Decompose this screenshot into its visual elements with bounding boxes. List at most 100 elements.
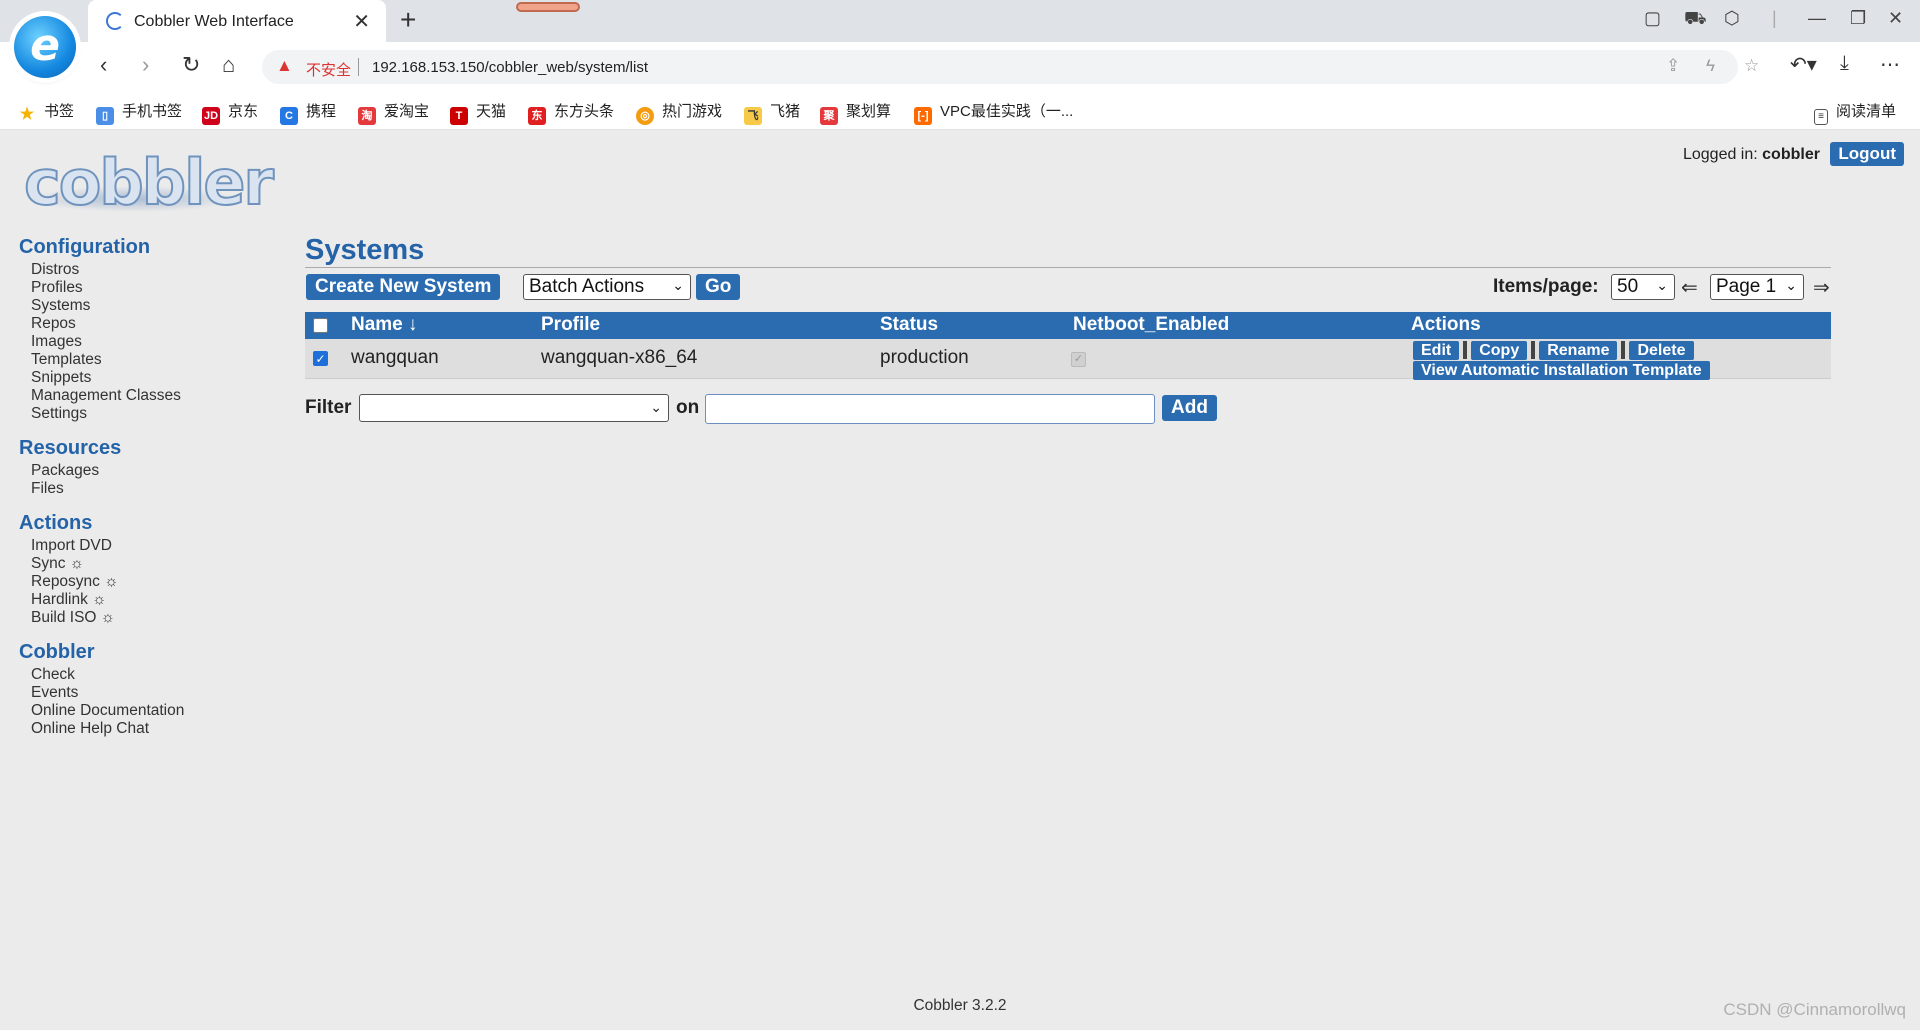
page-value: Page 1 [1716, 276, 1777, 297]
sidebar-item-templates[interactable]: Templates [19, 351, 184, 369]
browser-tab[interactable]: Cobbler Web Interface ✕ [88, 0, 386, 42]
filter-field-select[interactable]: ⌄ [359, 394, 669, 422]
star-icon: ★ [19, 106, 35, 123]
next-page-arrow-icon[interactable]: ⇒ [1813, 275, 1830, 300]
sidebar-item-settings[interactable]: Settings [19, 405, 184, 423]
star-icon[interactable]: ☆ [1744, 56, 1759, 76]
minimize-icon[interactable]: — [1808, 8, 1826, 29]
system-name[interactable]: wangquan [351, 347, 439, 369]
bookmark-item[interactable]: ★ 书签 [18, 100, 74, 124]
url-field[interactable]: ▲ 不安全 192.168.153.150/cobbler_web/system… [262, 50, 1759, 84]
download-icon[interactable]: ⤓ [1840, 52, 1849, 75]
logout-button[interactable]: Logout [1830, 142, 1904, 166]
page-select[interactable]: Page 1 ⌄ [1710, 274, 1804, 300]
add-filter-button[interactable]: Add [1162, 395, 1217, 421]
browser-logo-icon[interactable]: e [14, 16, 76, 78]
close-tab-icon[interactable]: ✕ [353, 9, 370, 34]
new-tab-button[interactable]: + [400, 4, 416, 36]
sidebar-item-snippets[interactable]: Snippets [19, 369, 184, 387]
bookmark-label: 聚划算 [846, 103, 892, 120]
reload-icon[interactable]: ↻ [182, 52, 200, 78]
back-icon[interactable]: ‹ [100, 52, 107, 78]
reading-mode-icon[interactable]: ⛟ [1684, 8, 1707, 32]
items-per-page-value: 50 [1617, 276, 1639, 297]
filter-value-input[interactable] [705, 394, 1155, 424]
bookmark-item[interactable]: 飞飞猪 [744, 100, 800, 125]
lightning-icon[interactable]: ϟ [1706, 56, 1715, 76]
sidebar-item-import-dvd[interactable]: Import DVD [19, 537, 184, 555]
sidebar-item-packages[interactable]: Packages [19, 462, 184, 480]
row-actions: Edit Copy Rename Delete View Automatic Inst… [1413, 340, 1710, 380]
sidebar: Configuration Distros Profiles Systems R… [19, 236, 184, 738]
undo-icon[interactable]: ↶▾ [1790, 52, 1817, 77]
bookmark-item[interactable]: C 携程 [280, 100, 336, 125]
batch-actions-select[interactable]: Batch Actions ⌄ [523, 274, 691, 300]
sidebar-item-reposync[interactable]: Reposync ☼ [19, 573, 184, 591]
bookmark-item[interactable]: JD 京东 [202, 100, 258, 125]
column-status[interactable]: Status [880, 314, 938, 336]
more-icon[interactable]: ⋯ [1880, 52, 1900, 77]
sidebar-item-build-iso[interactable]: Build ISO ☼ [19, 609, 184, 627]
items-per-page-label: Items/page: [1493, 276, 1599, 297]
close-window-icon[interactable]: ✕ [1888, 8, 1903, 29]
sidebar-item-profiles[interactable]: Profiles [19, 279, 184, 297]
edit-button[interactable]: Edit [1413, 341, 1460, 360]
reading-list-button[interactable]: ≡ 阅读清单 [1814, 100, 1896, 125]
column-netboot-enabled[interactable]: Netboot_Enabled [1073, 314, 1229, 336]
sidebar-item-sync[interactable]: Sync ☼ [19, 555, 184, 573]
bookmark-item[interactable]: 淘爱淘宝 [358, 100, 429, 125]
sidebar-item-online-help-chat[interactable]: Online Help Chat [19, 720, 184, 738]
login-status: Logged in: cobbler Logout [1683, 142, 1904, 166]
sidebar-item-images[interactable]: Images [19, 333, 184, 351]
sidebar-item-repos[interactable]: Repos [19, 315, 184, 333]
view-template-button[interactable]: View Automatic Installation Template [1413, 361, 1710, 380]
bookmark-item[interactable]: 东东方头条 [528, 100, 614, 125]
select-all-checkbox[interactable] [313, 318, 328, 333]
prev-page-arrow-icon[interactable]: ⇐ [1681, 275, 1698, 300]
sidebar-item-events[interactable]: Events [19, 684, 184, 702]
chevron-down-icon: ⌄ [1656, 277, 1668, 293]
chevron-down-icon: ⌄ [672, 277, 684, 293]
extensions-icon[interactable]: ⬡ [1724, 8, 1740, 29]
warning-icon: ▲ [276, 56, 293, 75]
sidebar-item-check[interactable]: Check [19, 666, 184, 684]
title-divider [305, 267, 1831, 268]
url-text[interactable]: 192.168.153.150/cobbler_web/system/list [372, 59, 648, 76]
username: cobbler [1762, 146, 1820, 163]
sidebar-item-management-classes[interactable]: Management Classes [19, 387, 184, 405]
cobbler-page: cobbler Logged in: cobbler Logout Config… [0, 130, 1920, 1030]
sidebar-heading-configuration: Configuration [19, 236, 151, 258]
list-toolbar: Create New System Batch Actions ⌄ Go Ite… [305, 271, 1831, 305]
restore-icon[interactable]: ❐ [1850, 8, 1866, 29]
column-profile[interactable]: Profile [541, 314, 600, 336]
main-content: Systems Create New System Batch Actions … [305, 234, 1831, 305]
items-per-page-select[interactable]: 50 ⌄ [1611, 274, 1675, 300]
go-button[interactable]: Go [696, 274, 741, 300]
sidebar-item-systems[interactable]: Systems [19, 297, 184, 315]
delete-button[interactable]: Delete [1629, 341, 1694, 360]
jd-icon: JD [202, 107, 220, 125]
create-new-system-button[interactable]: Create New System [306, 274, 501, 300]
bookmark-item[interactable]: ▯ 手机书签 [96, 100, 182, 125]
bookmark-item[interactable]: ◎ 热门游戏 [636, 100, 722, 125]
rename-button[interactable]: Rename [1539, 341, 1618, 360]
sidebar-item-hardlink[interactable]: Hardlink ☼ [19, 591, 184, 609]
cobbler-logo[interactable]: cobbler [23, 145, 275, 220]
bookmark-item[interactable]: [-] VPC最佳实践（一... [914, 100, 1073, 125]
column-name[interactable]: Name ↓ [351, 314, 418, 336]
sidebar-heading-cobbler: Cobbler [19, 641, 95, 663]
copy-button[interactable]: Copy [1471, 341, 1528, 360]
sidebar-item-distros[interactable]: Distros [19, 261, 184, 279]
fliggy-icon: 飞 [744, 107, 762, 125]
home-icon[interactable]: ⌂ [222, 52, 235, 78]
row-select-checkbox[interactable]: ✓ [313, 351, 328, 366]
bookmark-item[interactable]: 聚聚划算 [820, 100, 891, 125]
logged-in-label: Logged in: [1682, 146, 1758, 163]
forward-icon[interactable]: › [142, 52, 149, 78]
tab-count-icon[interactable]: ▢ [1644, 8, 1661, 29]
sidebar-item-files[interactable]: Files [19, 480, 184, 498]
bookmark-item[interactable]: T 天猫 [450, 100, 506, 125]
share-icon[interactable]: ⇪ [1666, 56, 1680, 76]
tab-drag-handle[interactable] [516, 2, 580, 12]
sidebar-item-online-documentation[interactable]: Online Documentation [19, 702, 184, 720]
